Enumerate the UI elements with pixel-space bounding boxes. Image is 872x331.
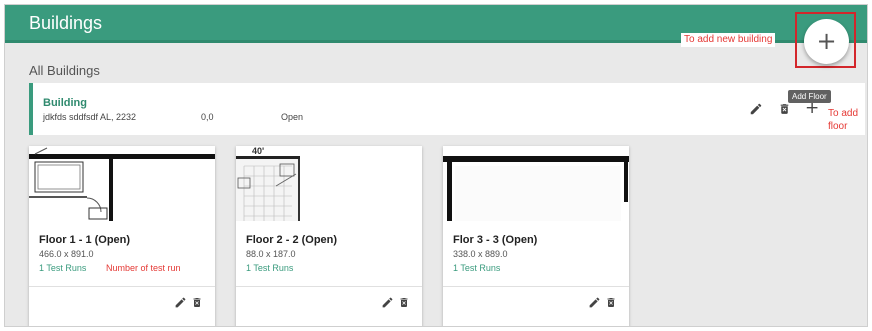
floor-plan-thumbnail	[236, 146, 422, 221]
floor-test-runs-link[interactable]: 1 Test Runs	[39, 263, 86, 273]
floor-name[interactable]: Flor 3 - 3 (Open)	[453, 234, 537, 246]
building-row[interactable]: Building jdkfds sddfsdf AL, 2232 0,0 Ope…	[29, 83, 865, 135]
delete-building-trash-icon[interactable]	[778, 102, 791, 116]
delete-floor-trash-icon[interactable]	[605, 296, 617, 309]
floor-plan-label: 40'	[252, 146, 265, 156]
delete-floor-trash-icon[interactable]	[398, 296, 410, 309]
card-divider	[443, 286, 629, 287]
plus-icon: +	[816, 27, 837, 55]
delete-floor-trash-icon[interactable]	[191, 296, 203, 309]
floor-dimensions: 88.0 x 187.0	[246, 249, 296, 259]
floor-card[interactable]: Flor 3 - 3 (Open) 338.0 x 889.0 1 Test R…	[443, 146, 629, 326]
floor-name[interactable]: Floor 2 - 2 (Open)	[246, 234, 337, 246]
floor-name[interactable]: Floor 1 - 1 (Open)	[39, 234, 130, 246]
section-title: All Buildings	[29, 63, 100, 78]
edit-floor-pencil-icon[interactable]	[588, 296, 601, 309]
floor-card[interactable]: 40' Floor 2 - 2 (Open) 88.0 x 187.0 1 Te…	[236, 146, 422, 326]
building-address: jdkfds sddfsdf AL, 2232	[43, 112, 137, 122]
floor-dimensions: 338.0 x 889.0	[453, 249, 508, 259]
card-divider	[29, 286, 215, 287]
annotation-add-building: To add new building	[681, 33, 775, 47]
add-floor-tooltip: Add Floor	[788, 90, 831, 103]
edit-floor-pencil-icon[interactable]	[381, 296, 394, 309]
floor-plan-thumbnail	[443, 146, 629, 221]
floor-test-runs-link[interactable]: 1 Test Runs	[453, 263, 500, 273]
page-title: Buildings	[29, 13, 103, 33]
add-building-button[interactable]: +	[804, 19, 849, 64]
annotation-add-floor: To add floor	[828, 108, 859, 132]
building-status: Open	[281, 112, 304, 122]
card-divider	[236, 286, 422, 287]
app-frame: Buildings To add new building + All Buil…	[4, 4, 868, 327]
edit-floor-pencil-icon[interactable]	[174, 296, 187, 309]
building-coordinates: 0,0	[201, 112, 214, 122]
building-name[interactable]: Building	[43, 97, 87, 109]
floor-plan-thumbnail	[29, 146, 215, 221]
floor-test-runs-link[interactable]: 1 Test Runs	[246, 263, 293, 273]
floor-dimensions: 466.0 x 891.0	[39, 249, 94, 259]
annotation-test-runs: Number of test run	[106, 263, 181, 273]
floor-card[interactable]: Floor 1 - 1 (Open) 466.0 x 891.0 1 Test …	[29, 146, 215, 326]
edit-building-pencil-icon[interactable]	[749, 102, 763, 116]
